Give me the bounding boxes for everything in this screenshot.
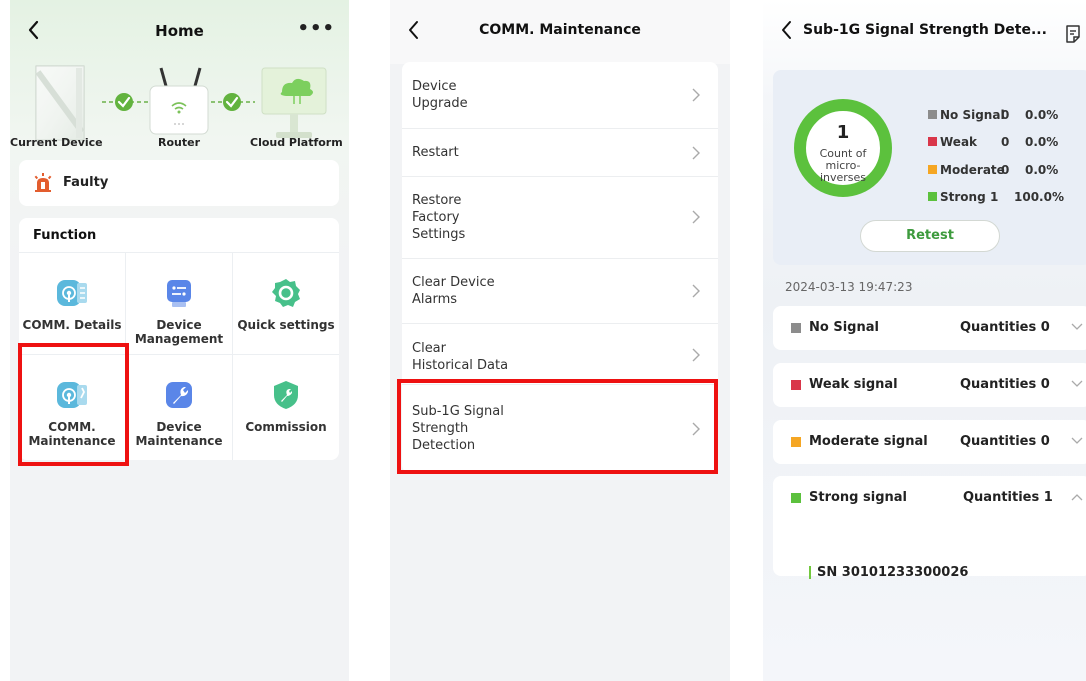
group-label: Strong signal [809, 490, 907, 505]
group-quantity: Quantities 1 [963, 490, 1053, 505]
menu-item-label: Device Upgrade [412, 79, 468, 111]
signal-group-moderate[interactable]: Moderate signal Quantities 0 [773, 420, 1086, 464]
total-count-label: Count of micro- inverses [819, 147, 867, 184]
function-label: Device Maintenance [135, 420, 223, 448]
shield-wrench-icon [274, 381, 298, 409]
status-text: Faulty [63, 175, 109, 190]
group-label: Weak signal [809, 377, 898, 392]
legend-weak: Weak 0 0.0% [928, 135, 1058, 149]
menu-item-label: Restore Factory Settings [412, 193, 466, 242]
chevron-up-icon [1071, 494, 1083, 501]
group-label: Moderate signal [809, 434, 928, 449]
test-timestamp: 2024-03-13 19:47:23 [785, 280, 913, 294]
retest-button[interactable]: Retest [860, 220, 1000, 252]
more-icon[interactable]: ••• [297, 18, 335, 39]
signal-group-strong[interactable]: Strong signal Quantities 1 [773, 476, 1086, 520]
chevron-down-icon [1071, 437, 1083, 444]
cloud-platform-label: Cloud Platform [250, 136, 343, 149]
function-device-management[interactable]: Device Management [126, 276, 232, 346]
device-serial-number[interactable]: SN 30101233300026 [809, 566, 968, 579]
comm-details-icon [57, 280, 87, 306]
nav-bar: Sub-1G Signal Strength Dete... [763, 0, 1086, 64]
function-label: Quick settings [237, 318, 335, 332]
signal-group-no-signal[interactable]: No Signal Quantities 0 [773, 306, 1086, 350]
chevron-right-icon [692, 146, 700, 160]
device-status-card[interactable]: Faulty [19, 160, 339, 206]
highlight-box [397, 379, 718, 474]
legend-percent: 100.0% [1014, 190, 1064, 204]
nav-bar: COMM. Maintenance [390, 0, 730, 64]
function-quick-settings[interactable]: Quick settings [233, 276, 339, 332]
back-arrow-icon[interactable] [775, 16, 799, 44]
menu-item-label: Restart [412, 145, 459, 160]
legend-count: 0 [1001, 108, 1010, 122]
router-label: Router [158, 136, 201, 149]
legend-strong: Strong 1 100.0% [928, 190, 1064, 204]
chevron-right-icon [692, 284, 700, 298]
alarm-icon [34, 173, 52, 192]
menu-item-restore-factory-settings[interactable]: Restore Factory Settings [402, 177, 718, 259]
total-count: 1 [836, 122, 850, 143]
group-quantity: Quantities 0 [960, 434, 1050, 449]
report-icon[interactable] [1065, 24, 1081, 44]
menu-item-clear-device-alarms[interactable]: Clear Device Alarms [402, 259, 718, 324]
function-comm-details[interactable]: COMM. Details [19, 276, 125, 332]
legend-count: 0 [1001, 163, 1010, 177]
legend-no-signal: No Signal 0 0.0% [928, 108, 1058, 122]
function-device-maintenance[interactable]: Device Maintenance [126, 378, 232, 448]
highlight-box [18, 343, 129, 466]
device-management-icon [167, 280, 191, 307]
function-commission[interactable]: Commission [233, 378, 339, 434]
signal-group-weak[interactable]: Weak signal Quantities 0 [773, 363, 1086, 407]
function-label: Device Management [134, 318, 224, 346]
chevron-right-icon [692, 88, 700, 102]
chevron-down-icon [1071, 323, 1083, 330]
function-label: COMM. Details [22, 318, 122, 332]
legend-moderate: Moderate 0 0.0% [928, 163, 1058, 177]
gear-icon [272, 279, 300, 307]
router-icon [149, 67, 209, 135]
signal-strength-screen: Sub-1G Signal Strength Dete... 1 Count o… [763, 0, 1086, 681]
function-header: Function [33, 228, 97, 243]
current-device-label: Current Device [10, 136, 103, 149]
comm-maintenance-screen: COMM. Maintenance Device Upgrade Restart… [390, 0, 730, 681]
menu-item-clear-historical-data[interactable]: Clear Historical Data [402, 324, 718, 385]
page-title: COMM. Maintenance [479, 22, 641, 38]
page-title: Sub-1G Signal Strength Dete... [803, 22, 1047, 38]
legend-percent: 0.0% [1025, 135, 1059, 149]
cloud-platform-icon [261, 67, 327, 138]
chevron-right-icon [692, 348, 700, 362]
wrench-icon [166, 382, 192, 408]
group-quantity: Quantities 0 [960, 320, 1050, 335]
legend-percent: 0.0% [1025, 108, 1059, 122]
legend-percent: 0.0% [1025, 163, 1059, 177]
group-label: No Signal [809, 320, 879, 335]
menu-item-label: Clear Historical Data [412, 341, 509, 373]
legend-count: 0 [1001, 135, 1010, 149]
menu-item-label: Clear Device Alarms [412, 275, 495, 307]
menu-item-device-upgrade[interactable]: Device Upgrade [402, 62, 718, 129]
menu-item-restart[interactable]: Restart [402, 129, 718, 177]
chevron-down-icon [1071, 380, 1083, 387]
function-label: Commission [245, 420, 327, 434]
home-screen: Home ••• Current Device Router Cloud Pla… [10, 0, 349, 681]
legend-count: 1 [990, 190, 999, 204]
group-quantity: Quantities 0 [960, 377, 1050, 392]
chevron-right-icon [692, 210, 700, 224]
current-device-icon [35, 65, 85, 141]
